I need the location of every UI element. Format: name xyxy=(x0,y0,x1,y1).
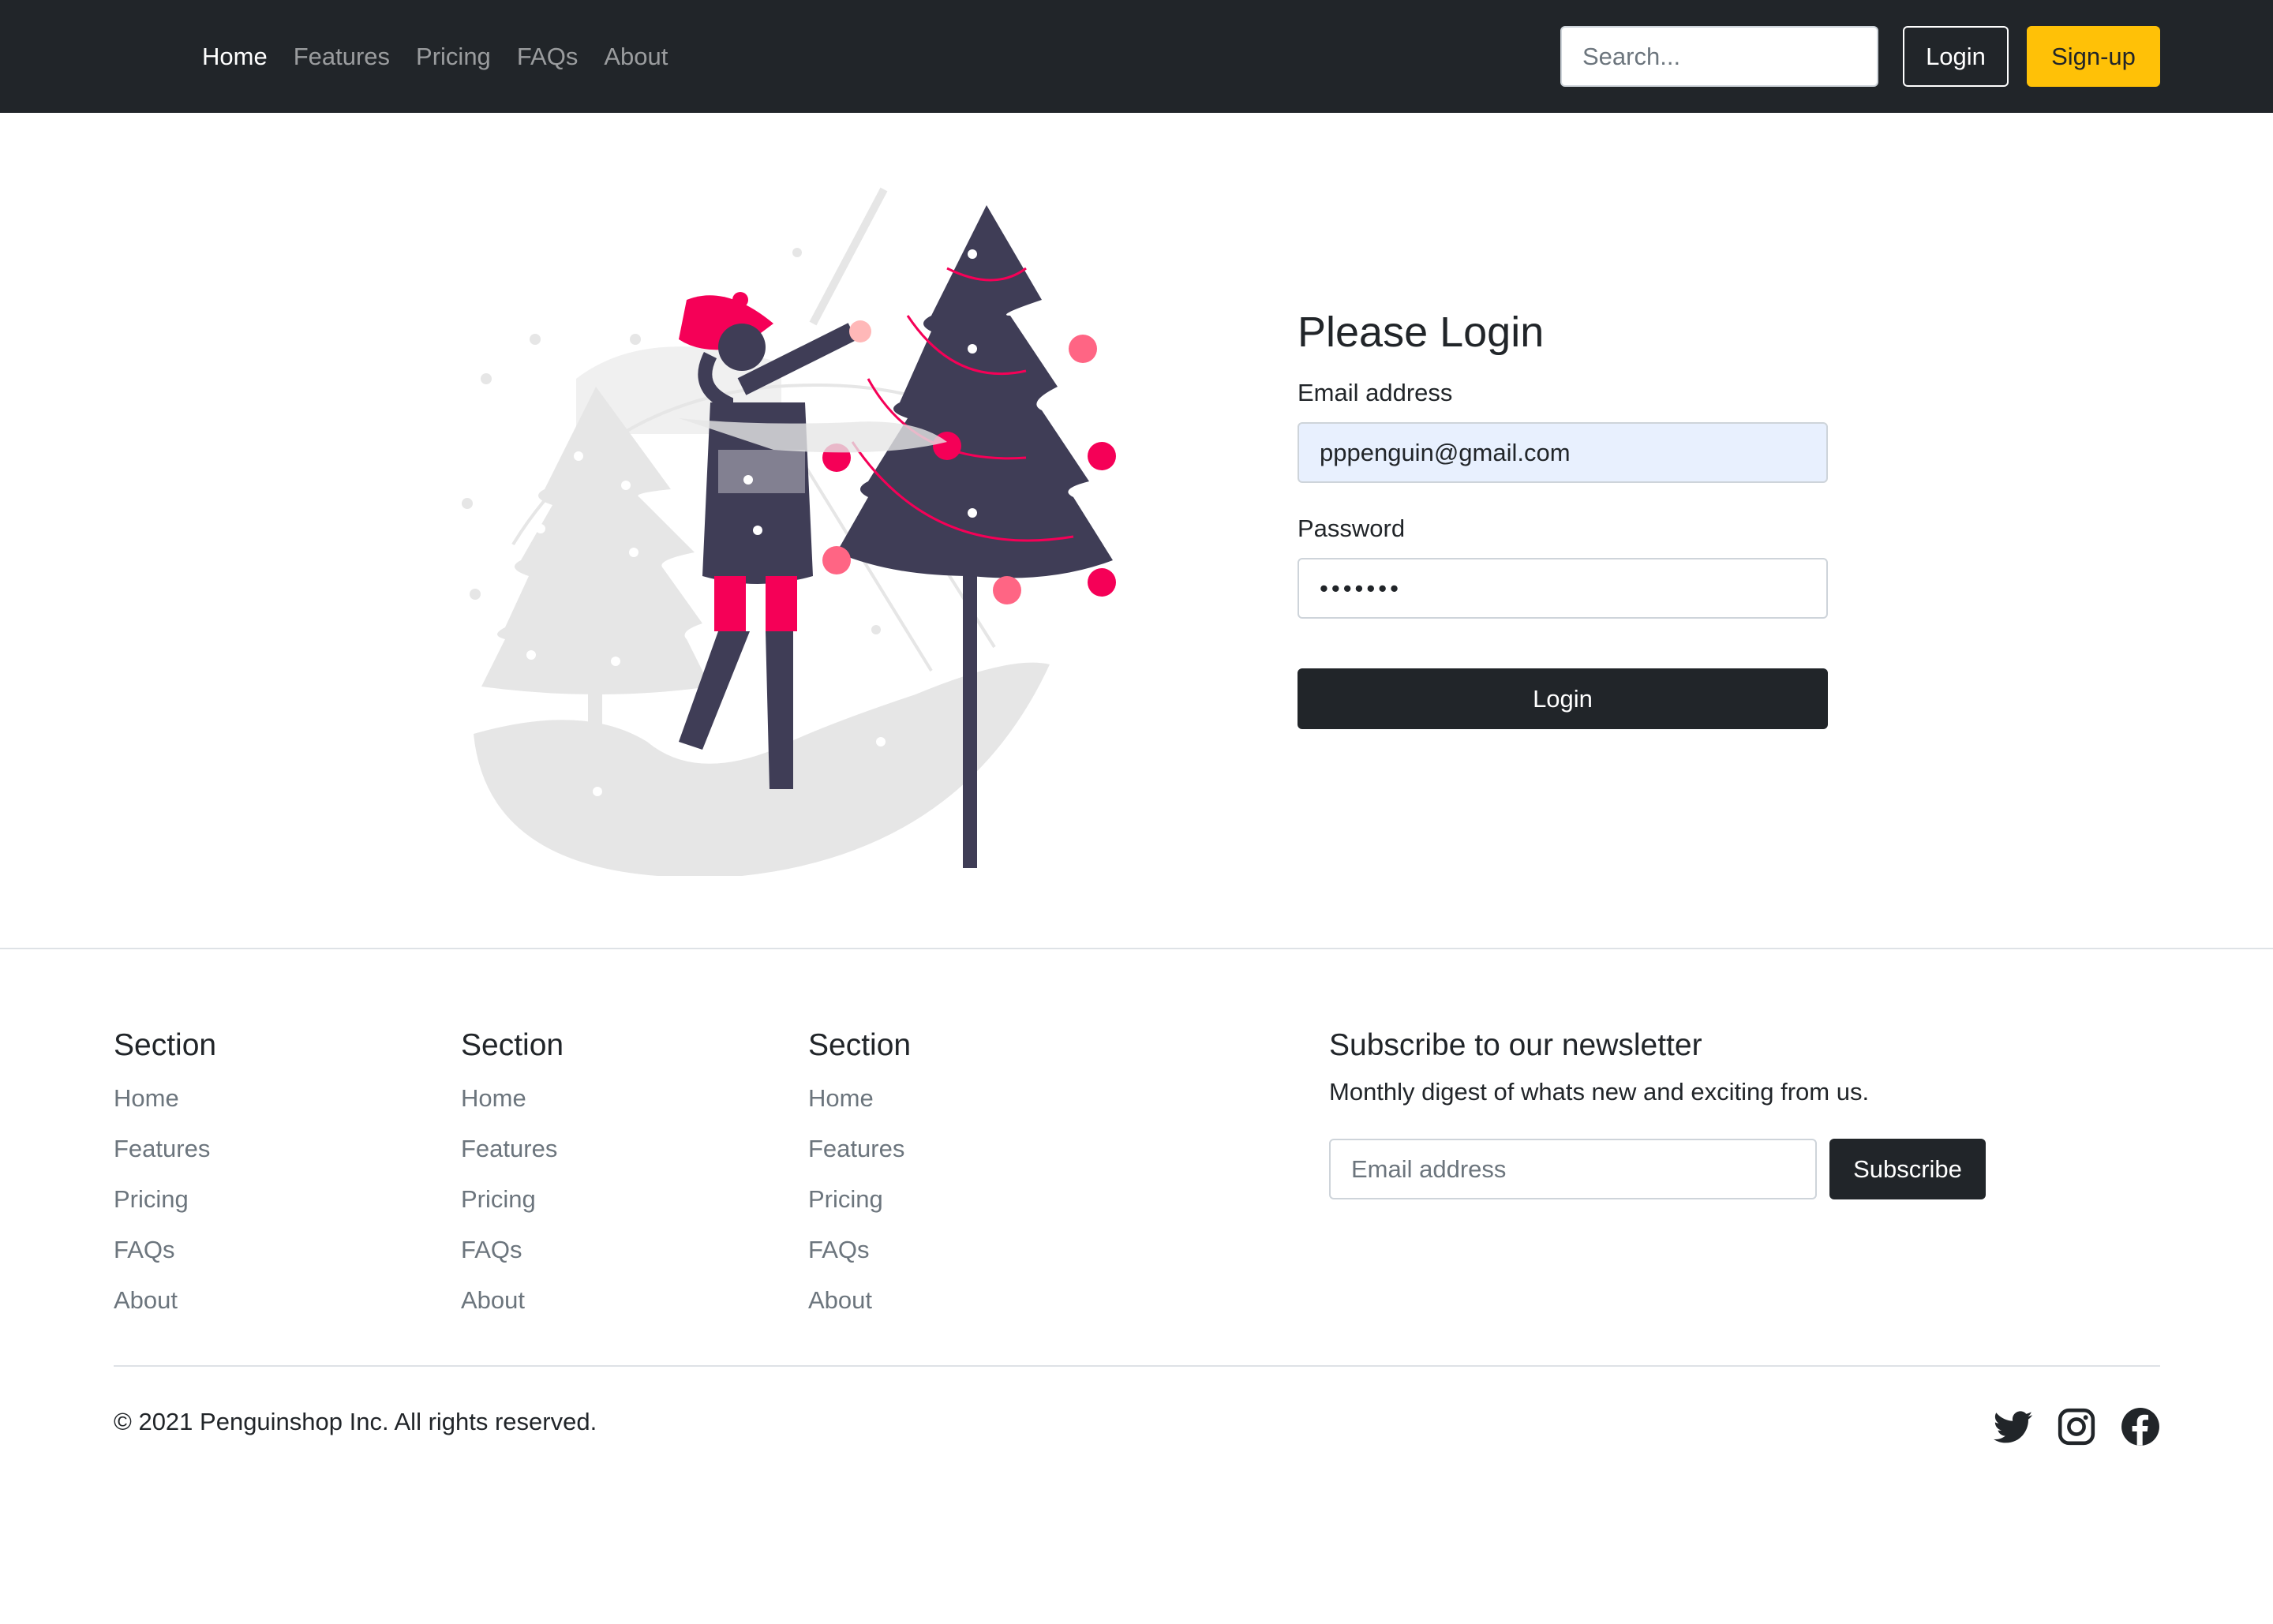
footer-link-home[interactable]: Home xyxy=(114,1082,216,1132)
top-navbar: Home Features Pricing FAQs About Login S… xyxy=(0,0,2273,113)
subscribe-button[interactable]: Subscribe xyxy=(1829,1139,1986,1199)
footer-link-pricing[interactable]: Pricing xyxy=(808,1183,911,1233)
footer-link-pricing[interactable]: Pricing xyxy=(114,1183,216,1233)
footer-section-title: Section xyxy=(114,1028,217,1062)
footer-section-3: Section Home Features Pricing FAQs About xyxy=(808,1024,911,1334)
nav-link-pricing[interactable]: Pricing xyxy=(416,43,491,71)
footer-section-title: Section xyxy=(808,1028,912,1062)
password-field[interactable]: ••••••• xyxy=(1298,558,1828,619)
copyright-text: © 2021 Penguinshop Inc. All rights reser… xyxy=(114,1408,597,1435)
nav-link-about[interactable]: About xyxy=(604,43,668,71)
footer-link-faqs[interactable]: FAQs xyxy=(114,1233,216,1284)
facebook-icon[interactable] xyxy=(2121,1407,2160,1446)
footer-link-faqs[interactable]: FAQs xyxy=(461,1233,564,1284)
footer-section-2: Section Home Features Pricing FAQs About xyxy=(461,1024,564,1334)
nav-link-features[interactable]: Features xyxy=(294,43,390,71)
signup-button[interactable]: Sign-up xyxy=(2027,26,2160,87)
login-nav-button[interactable]: Login xyxy=(1903,26,2009,87)
footer-link-pricing[interactable]: Pricing xyxy=(461,1183,564,1233)
footer-link-faqs[interactable]: FAQs xyxy=(808,1233,911,1284)
nav-link-home[interactable]: Home xyxy=(202,43,268,71)
nav-link-faqs[interactable]: FAQs xyxy=(517,43,579,71)
main-nav: Home Features Pricing FAQs About xyxy=(202,0,694,113)
footer-link-about[interactable]: About xyxy=(461,1284,564,1334)
search-input[interactable] xyxy=(1560,26,1878,87)
footer-bottom-divider xyxy=(114,1365,2160,1367)
footer-link-features[interactable]: Features xyxy=(808,1132,911,1183)
twitter-icon[interactable] xyxy=(1994,1407,2033,1446)
newsletter-description: Monthly digest of whats new and exciting… xyxy=(1329,1078,1870,1106)
footer-link-home[interactable]: Home xyxy=(808,1082,911,1132)
newsletter-section: Subscribe to our newsletter Monthly dige… xyxy=(1329,1024,1869,1106)
footer-divider xyxy=(0,948,2273,949)
footer-link-about[interactable]: About xyxy=(808,1284,911,1334)
footer-link-home[interactable]: Home xyxy=(461,1082,564,1132)
winter-tree-illustration xyxy=(462,187,1116,876)
footer-link-features[interactable]: Features xyxy=(461,1132,564,1183)
email-label: Email address xyxy=(1298,379,1453,406)
newsletter-email-input[interactable] xyxy=(1329,1139,1817,1199)
footer-link-about[interactable]: About xyxy=(114,1284,216,1334)
footer-link-features[interactable]: Features xyxy=(114,1132,216,1183)
login-submit-button[interactable]: Login xyxy=(1298,668,1828,729)
email-field[interactable]: pppenguin@gmail.com xyxy=(1298,422,1828,483)
instagram-icon[interactable] xyxy=(2057,1407,2096,1446)
footer-section-title: Section xyxy=(461,1028,564,1062)
footer-section-1: Section Home Features Pricing FAQs About xyxy=(114,1024,216,1334)
password-label: Password xyxy=(1298,515,1406,542)
login-title: Please Login xyxy=(1298,309,1545,356)
newsletter-title: Subscribe to our newsletter xyxy=(1329,1028,1702,1062)
snow-streak xyxy=(809,187,888,326)
woman-figure xyxy=(679,292,871,789)
